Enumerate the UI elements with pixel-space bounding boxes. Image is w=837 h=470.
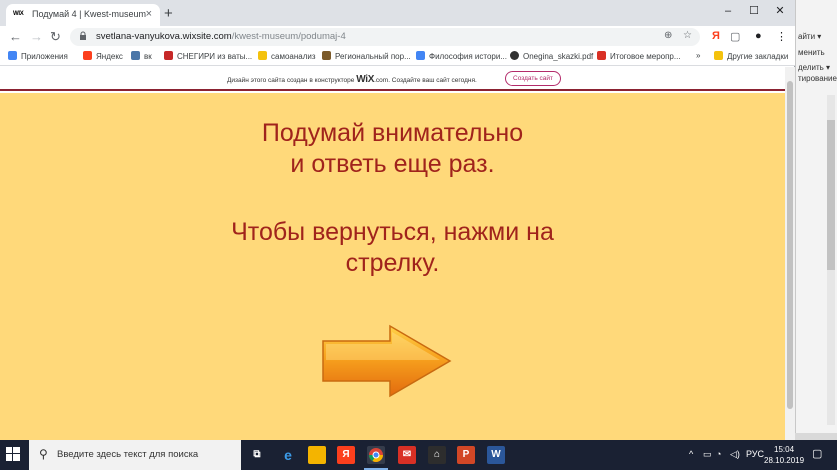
bookmark-item[interactable]: СНЕГИРИ из ваты... <box>164 51 252 61</box>
mail-icon[interactable]: ✉ <box>398 446 416 464</box>
windows-taskbar: ⚲ Введите здесь текст для поиска ⧉ e Я ✉… <box>0 440 837 470</box>
close-tab-icon[interactable]: × <box>146 8 152 20</box>
forward-button[interactable]: → <box>30 29 43 45</box>
minimize-button[interactable]: – <box>715 2 741 20</box>
wix-ad-banner: Дизайн этого сайта создан в конструкторе… <box>0 67 785 91</box>
wix-favicon-icon: WIX <box>13 11 24 17</box>
background-app-window: айти ▾ менить делить ▾ тирование <box>795 0 837 440</box>
page-content: Подумай внимательно и ответь еще раз. Чт… <box>0 93 785 440</box>
page-viewport: Дизайн этого сайта создан в конструкторе… <box>0 67 785 440</box>
maximize-button[interactable]: ☐ <box>741 2 767 20</box>
scrollbar-thumb[interactable] <box>787 81 793 409</box>
other-bookmarks[interactable]: Другие закладки <box>714 51 788 61</box>
bookmark-item[interactable]: Onegina_skazki.pdf <box>510 51 593 61</box>
search-icon: ⚲ <box>39 447 48 461</box>
battery-icon[interactable]: ▭ <box>703 449 712 460</box>
profile-icon[interactable]: ● <box>755 30 762 42</box>
message-line-3: Чтобы вернуться, нажми на <box>231 218 554 246</box>
new-tab-button[interactable]: + <box>164 5 173 22</box>
bg-app-menu-item: менить <box>798 48 825 57</box>
bookmark-star-icon[interactable]: ☆ <box>683 30 692 41</box>
bookmarks-bar: Приложения Яндекс вк СНЕГИРИ из ваты... … <box>0 48 795 66</box>
menu-kebab-icon[interactable]: ⋮ <box>776 30 787 43</box>
folder-icon <box>258 51 267 60</box>
taskbar-search-placeholder: Введите здесь текст для поиска <box>57 449 199 460</box>
globe-icon <box>510 51 519 60</box>
folder-icon <box>714 51 723 60</box>
tab-title: Подумай 4 | Kwest-museum <box>32 9 147 19</box>
bookmark-item[interactable]: самоанализ <box>258 51 316 61</box>
site-icon <box>164 51 173 60</box>
chrome-taskbar-icon[interactable] <box>367 446 385 464</box>
lock-icon <box>80 31 86 40</box>
browser-window: WIX Подумай 4 | Kwest-museum × + – ☐ ✕ ←… <box>0 0 795 440</box>
task-view-icon[interactable]: ⧉ <box>248 446 266 464</box>
bookmark-item[interactable]: Приложения <box>8 51 68 61</box>
language-indicator[interactable]: РУС <box>746 449 764 459</box>
bookmark-item[interactable]: Итоговое меропр... <box>597 51 681 61</box>
browser-toolbar: ← → ↻ svetlana-vanyukova.wixsite.com/kwe… <box>0 26 795 48</box>
message-line-1: Подумай внимательно <box>261 119 524 147</box>
create-site-button[interactable]: Создать сайт <box>505 71 561 86</box>
network-icon[interactable]: ◔ <box>716 449 721 459</box>
clock-time: 15:04 <box>774 445 795 454</box>
url-text: svetlana-vanyukova.wixsite.com/kwest-mus… <box>96 31 346 42</box>
zoom-icon[interactable]: ⊕ <box>664 30 672 41</box>
browser-tab[interactable]: WIX Подумай 4 | Kwest-museum × <box>6 4 160 26</box>
extension-icon[interactable]: ▢ <box>730 30 740 43</box>
apps-icon <box>8 51 17 60</box>
clock[interactable]: 15:04 28.10.2019 <box>764 444 804 466</box>
page-scrollbar[interactable] <box>785 67 795 440</box>
store-icon[interactable]: ⌂ <box>428 446 446 464</box>
wix-logo: WiX <box>356 74 375 85</box>
vk-icon <box>131 51 140 60</box>
notifications-icon[interactable]: ▢ <box>812 447 822 460</box>
clock-date: 28.10.2019 <box>764 456 805 465</box>
windows-start-icon[interactable] <box>6 447 20 461</box>
back-button[interactable]: ← <box>9 29 22 45</box>
bookmark-item[interactable]: Философия истори... <box>416 51 507 61</box>
site-icon <box>597 51 606 60</box>
return-arrow-button[interactable] <box>320 323 454 399</box>
bookmark-item[interactable]: Региональный пор... <box>322 51 411 61</box>
wix-banner-text: Дизайн этого сайта создан в конструкторе… <box>227 74 477 85</box>
bookmark-item[interactable]: вк <box>131 51 152 61</box>
site-icon <box>322 51 331 60</box>
bg-app-menu-item: делить ▾ <box>798 63 831 72</box>
message-line-4: стрелку. <box>345 249 440 277</box>
message-line-2: и ответь еще раз. <box>290 150 495 178</box>
volume-icon[interactable]: ◁) <box>730 449 740 460</box>
address-bar[interactable]: svetlana-vanyukova.wixsite.com/kwest-mus… <box>70 28 700 46</box>
powerpoint-icon[interactable]: P <box>457 446 475 464</box>
bg-app-menu-item: тирование <box>798 74 837 83</box>
bg-app-menu-item: айти ▾ <box>798 32 822 41</box>
yandex-icon <box>83 51 92 60</box>
taskbar-search[interactable]: ⚲ Введите здесь текст для поиска <box>29 440 241 470</box>
bookmarks-overflow-button[interactable]: » <box>696 51 700 60</box>
bg-app-scroll-thumb[interactable] <box>827 120 835 270</box>
edge-icon[interactable]: e <box>279 446 297 464</box>
reload-button[interactable]: ↻ <box>50 29 61 45</box>
word-icon[interactable]: W <box>487 446 505 464</box>
yandex-browser-icon[interactable]: Я <box>337 446 355 464</box>
tab-strip: WIX Подумай 4 | Kwest-museum × + – ☐ ✕ <box>0 0 795 26</box>
close-window-button[interactable]: ✕ <box>767 2 793 20</box>
tray-overflow-icon[interactable]: ^ <box>689 449 693 459</box>
bookmark-item[interactable]: Яндекс <box>83 51 123 61</box>
yandex-extension-icon[interactable]: Я <box>712 30 720 42</box>
google-icon <box>416 51 425 60</box>
file-explorer-icon[interactable] <box>308 446 326 464</box>
